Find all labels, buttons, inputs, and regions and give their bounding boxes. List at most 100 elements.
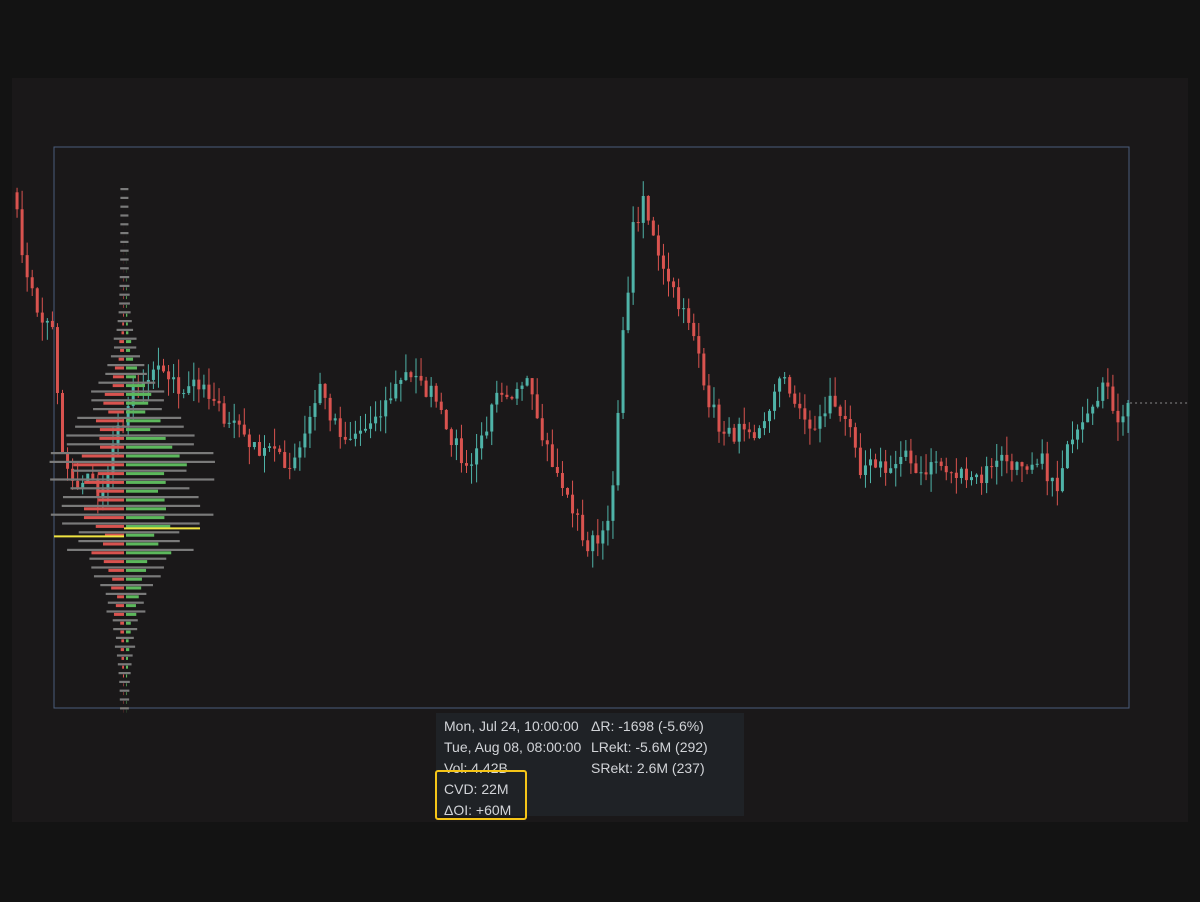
volume-profile-sell-bar bbox=[104, 392, 124, 396]
candle-body bbox=[1126, 402, 1130, 417]
candle-body bbox=[863, 465, 867, 476]
candle-body bbox=[843, 415, 847, 420]
candle-body bbox=[914, 463, 918, 473]
volume-profile-bar bbox=[66, 434, 195, 437]
candle-body bbox=[162, 365, 165, 372]
candle-body bbox=[636, 222, 640, 224]
candle-body bbox=[560, 473, 564, 489]
candle-body bbox=[803, 408, 807, 420]
volume-profile-bar bbox=[50, 452, 214, 455]
volume-profile-bar bbox=[100, 584, 153, 587]
candle-body bbox=[151, 369, 155, 380]
volume-profile-buy-bar bbox=[126, 331, 129, 335]
candle-body bbox=[510, 396, 514, 399]
candle-body bbox=[939, 461, 943, 467]
candle-body bbox=[353, 433, 357, 439]
candle-body bbox=[692, 322, 696, 337]
candle-body bbox=[540, 418, 544, 441]
candle-body bbox=[500, 392, 504, 395]
candle-body bbox=[944, 466, 948, 473]
volume-profile-sell-bar bbox=[121, 639, 124, 643]
candle-body bbox=[833, 395, 837, 407]
candle-body bbox=[273, 446, 277, 449]
candle-body bbox=[1035, 463, 1039, 465]
volume-profile-sell-bar bbox=[99, 428, 124, 432]
volume-profile-bar bbox=[119, 284, 130, 287]
chart-panel[interactable] bbox=[12, 78, 1188, 822]
candle-body bbox=[1086, 413, 1090, 423]
volume-profile-bar bbox=[113, 628, 138, 631]
volume-profile-bar bbox=[115, 636, 134, 639]
candle-body bbox=[358, 430, 362, 434]
candle-body bbox=[813, 428, 817, 430]
candle-body bbox=[631, 222, 635, 293]
candle-body bbox=[252, 441, 256, 448]
candle-body bbox=[848, 419, 852, 428]
candle-body bbox=[571, 494, 575, 514]
candle-body bbox=[682, 308, 686, 310]
volume-profile-sell-bar bbox=[83, 516, 124, 520]
candle-body bbox=[586, 540, 590, 552]
candle-body bbox=[379, 416, 383, 418]
price-chart[interactable] bbox=[12, 78, 1188, 822]
candle-body bbox=[268, 446, 272, 448]
volume-profile-buy-bar bbox=[126, 595, 139, 599]
volume-profile-bar bbox=[72, 469, 187, 472]
volume-profile-bar bbox=[78, 540, 180, 543]
candle-body bbox=[318, 383, 322, 404]
volume-profile-sell-bar bbox=[118, 357, 124, 361]
candle-body bbox=[364, 428, 367, 431]
candle-body bbox=[348, 438, 352, 440]
candle-body bbox=[399, 380, 403, 384]
candle-body bbox=[202, 384, 206, 390]
volume-profile-bar bbox=[70, 487, 190, 490]
candle-body bbox=[530, 378, 534, 395]
candle-body bbox=[722, 431, 726, 434]
candle-body bbox=[1015, 462, 1019, 470]
candle-body bbox=[545, 440, 549, 445]
volume-profile-buy-bar bbox=[126, 560, 148, 564]
volume-profile-buy-bar bbox=[126, 665, 129, 669]
volume-profile-bar bbox=[120, 196, 129, 199]
candle-body bbox=[25, 255, 29, 278]
volume-profile-buy-bar bbox=[126, 577, 142, 581]
candle-body bbox=[1106, 382, 1110, 387]
volume-profile-bar bbox=[120, 240, 129, 243]
candle-body bbox=[424, 380, 428, 397]
candle-body bbox=[475, 448, 479, 465]
candle-body bbox=[167, 371, 171, 380]
volume-profile-bar bbox=[50, 478, 215, 481]
volume-profile-buy-bar bbox=[126, 604, 136, 608]
candle-body bbox=[616, 412, 620, 486]
volume-profile-buy-bar bbox=[126, 692, 127, 696]
volume-profile-bar bbox=[119, 689, 130, 692]
volume-profile-bar bbox=[89, 557, 167, 560]
candle-body bbox=[924, 472, 928, 475]
candle-body bbox=[384, 400, 388, 417]
candle-body bbox=[1005, 454, 1009, 462]
candle-body bbox=[1000, 454, 1004, 461]
volume-profile-bar bbox=[118, 672, 131, 675]
volume-profile-sell-bar bbox=[98, 498, 124, 502]
volume-profile-buy-bar bbox=[126, 656, 129, 660]
candle-body bbox=[879, 461, 883, 468]
candle-body bbox=[576, 513, 580, 515]
candle-body bbox=[459, 438, 463, 464]
candle-body bbox=[1040, 453, 1044, 464]
candle-body bbox=[793, 393, 797, 404]
candle-body bbox=[757, 428, 761, 439]
candle-body bbox=[808, 419, 812, 429]
candle-body bbox=[1091, 406, 1095, 414]
volume-profile-buy-bar bbox=[126, 313, 128, 317]
candle-body bbox=[1065, 444, 1069, 469]
candle-body bbox=[1050, 477, 1054, 482]
candle-body bbox=[308, 416, 312, 434]
volume-profile-sell-bar bbox=[120, 630, 124, 634]
volume-profile-sell-bar bbox=[120, 621, 124, 625]
candle-body bbox=[439, 401, 443, 411]
candle-body bbox=[263, 447, 266, 456]
volume-profile-buy-bar bbox=[126, 586, 142, 590]
candle-body bbox=[838, 406, 842, 416]
candle-body bbox=[889, 468, 893, 473]
candle-body bbox=[227, 422, 231, 424]
